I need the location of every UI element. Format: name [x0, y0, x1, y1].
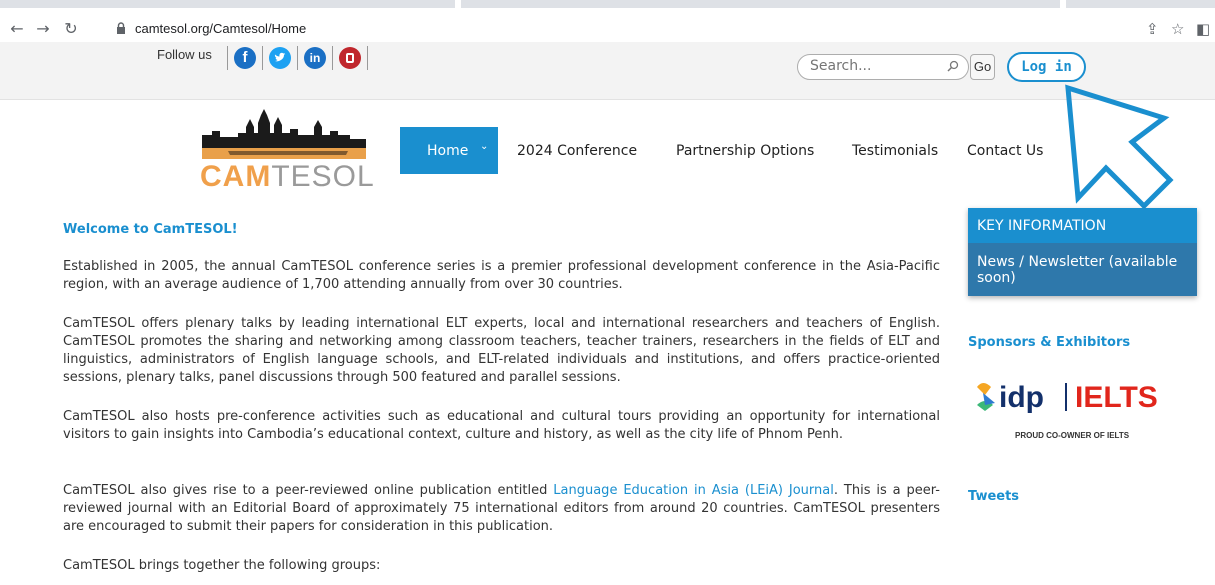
intro-paragraph: Established in 2005, the annual CamTESOL… — [63, 259, 940, 292]
divider — [297, 46, 298, 70]
logo-tesol-text: TESOL — [271, 160, 375, 193]
idp-ielts-logo[interactable]: idp IELTS — [975, 375, 1195, 415]
nav-contact-us[interactable]: Contact Us — [967, 143, 1043, 159]
tab-edge — [1060, 0, 1066, 8]
journal-paragraph: CamTESOL also gives rise to a peer-revie… — [63, 482, 940, 536]
news-newsletter-link[interactable]: News / Newsletter (available soon) — [977, 254, 1191, 286]
preconference-paragraph: CamTESOL also hosts pre-conference activ… — [63, 409, 940, 442]
leia-journal-link[interactable]: Language Education in Asia (LEiA) Journa… — [553, 483, 834, 498]
tab-strip — [0, 0, 1215, 8]
lock-icon — [117, 22, 125, 34]
tab-edge — [455, 0, 461, 8]
share-icon[interactable]: ⇪ — [1146, 20, 1159, 38]
reload-icon[interactable]: ↻ — [62, 20, 80, 38]
tweets-heading: Tweets — [968, 489, 1020, 504]
groups-paragraph: CamTESOL brings together the following g… — [63, 558, 381, 573]
logo-cam-text: CAM — [200, 160, 272, 193]
url-text[interactable]: camtesol.org/Camtesol/Home — [135, 21, 306, 36]
plenary-paragraph: CamTESOL offers plenary talks by leading… — [63, 316, 940, 385]
key-information-title: KEY INFORMATION — [968, 208, 1197, 243]
back-icon[interactable]: ← — [8, 20, 26, 38]
twitter-icon[interactable] — [269, 47, 291, 69]
divider — [262, 46, 263, 70]
chevron-down-icon: ⌄ — [480, 141, 489, 152]
key-information-panel: KEY INFORMATION News / Newsletter (avail… — [968, 208, 1197, 296]
search-field[interactable] — [797, 54, 969, 80]
forward-icon[interactable]: → — [34, 20, 52, 38]
ielts-text: IELTS — [1075, 381, 1158, 414]
side-panel-icon[interactable]: ◧ — [1196, 20, 1210, 38]
divider — [332, 46, 333, 70]
go-button[interactable]: Go — [970, 54, 995, 80]
nav-partnership-options[interactable]: Partnership Options — [676, 143, 814, 159]
linkedin-icon[interactable]: in — [304, 47, 326, 69]
divider — [227, 46, 228, 70]
facebook-icon[interactable]: f — [234, 47, 256, 69]
journal-text-before: CamTESOL also gives rise to a peer-revie… — [63, 483, 554, 498]
nav-2024-conference[interactable]: 2024 Conference — [517, 143, 637, 159]
login-button[interactable]: Log in — [1007, 52, 1086, 82]
welcome-heading: Welcome to CamTESOL! — [63, 222, 238, 237]
search-input[interactable] — [810, 58, 940, 74]
sponsors-heading: Sponsors & Exhibitors — [968, 335, 1131, 350]
idp-text: idp — [999, 381, 1044, 414]
youtube-icon[interactable] — [339, 47, 361, 69]
nav-home-label: Home — [427, 143, 469, 159]
divider — [367, 46, 368, 70]
idp-caption: PROUD CO-OWNER OF IELTS — [1015, 431, 1130, 440]
follow-us-label: Follow us — [157, 47, 212, 62]
nav-home[interactable]: Home ⌄ — [400, 127, 498, 174]
site-top-bar: Follow us f in Go Log in — [0, 42, 1215, 100]
nav-testimonials[interactable]: Testimonials — [852, 143, 938, 159]
cursor-pointer-icon — [1065, 84, 1174, 210]
bookmark-star-icon[interactable]: ☆ — [1171, 20, 1184, 38]
search-icon[interactable] — [947, 60, 959, 72]
logo-wordmark[interactable]: CAMTESOL — [200, 160, 375, 194]
